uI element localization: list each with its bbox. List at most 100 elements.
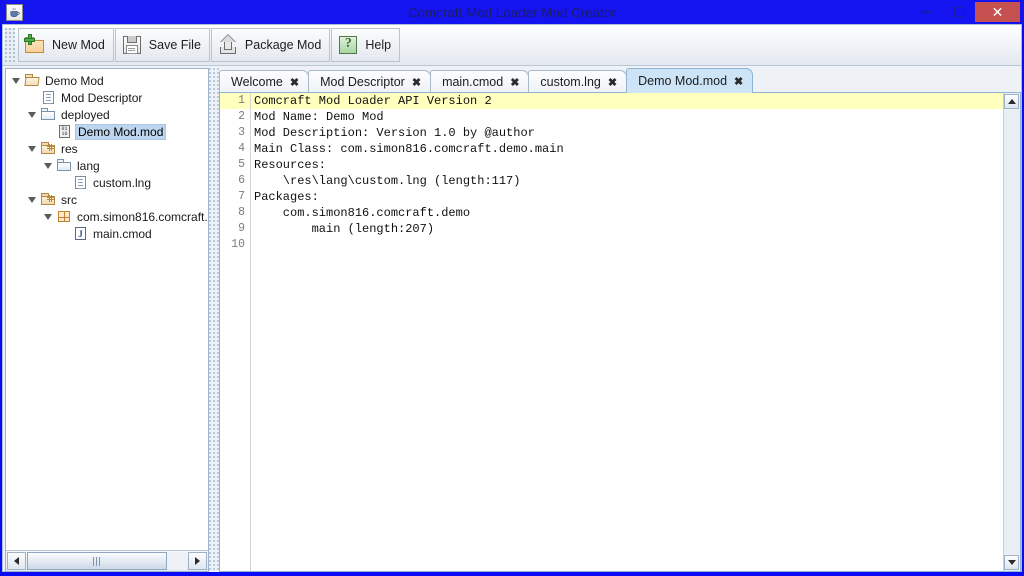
tree-hscroll-track[interactable] [27,552,187,570]
editor-vertical-scrollbar[interactable] [1003,93,1020,571]
tab-label: Welcome [231,75,283,89]
tree-node[interactable]: Mod Descriptor [6,89,208,106]
code-line: Packages: [251,189,1004,205]
tree-expand-toggle[interactable] [42,157,54,174]
document-icon [41,90,56,105]
tab-close-icon[interactable]: ✖ [412,76,421,89]
tree-node-spacer [42,123,54,140]
minimize-button[interactable] [909,0,942,24]
line-number: 8 [220,205,250,221]
line-number: 6 [220,173,250,189]
tree-node-label: custom.lng [91,176,153,190]
code-line: Comcraft Mod Loader API Version 2 [251,93,1004,109]
tree-node[interactable]: Jmain.cmod [6,225,208,242]
tab-close-icon[interactable]: ✖ [290,76,299,89]
tree-node-label: Mod Descriptor [59,91,144,105]
tree-horizontal-scrollbar[interactable] [6,550,208,571]
editor-tab[interactable]: main.cmod✖ [430,70,529,93]
toolbar: New Mod Save File Package Mod ? Help [3,25,1021,66]
tree-expand-toggle[interactable] [42,208,54,225]
tree-node-spacer [58,225,70,242]
tab-close-icon[interactable]: ✖ [734,75,743,88]
tree-node[interactable]: res [6,140,208,157]
tab-close-icon[interactable]: ✖ [510,76,519,89]
tree-node-label: com.simon816.comcraft. [75,210,208,224]
code-line: Mod Name: Demo Mod [251,109,1004,125]
scroll-down-icon[interactable] [1004,555,1019,570]
tree-expand-toggle[interactable] [26,140,38,157]
window-body: New Mod Save File Package Mod ? Help [2,24,1022,572]
open-folder-icon [25,73,40,88]
editor-tab[interactable]: Demo Mod.mod✖ [626,68,753,93]
tree-expand-toggle[interactable] [26,191,38,208]
tree-node-spacer [58,174,70,191]
editor-tab[interactable]: Mod Descriptor ✖ [308,70,431,93]
toolbar-drag-handle[interactable] [5,28,15,62]
line-number: 3 [220,125,250,141]
line-number: 5 [220,157,250,173]
tab-label: Mod Descriptor [320,75,405,89]
tree-expand-toggle[interactable] [26,106,38,123]
code-line: main (length:207) [251,221,1004,237]
application-window: Comcraft Mod Loader Mod Creator ✕ New Mo… [0,0,1024,576]
new-mod-button[interactable]: New Mod [18,28,114,62]
scroll-left-icon[interactable] [7,552,26,570]
tree-node[interactable]: src [6,191,208,208]
tab-label: custom.lng [540,75,600,89]
tab-close-icon[interactable]: ✖ [608,76,617,89]
help-button[interactable]: ? Help [331,28,400,62]
closed-folder-icon [41,107,56,122]
scroll-up-icon[interactable] [1004,94,1019,109]
window-title: Comcraft Mod Loader Mod Creator [0,5,1024,20]
tree-expand-toggle[interactable] [10,72,22,89]
minimize-icon [921,11,931,13]
package-mod-label: Package Mod [245,38,321,52]
title-bar: Comcraft Mod Loader Mod Creator ✕ [0,0,1024,24]
save-file-button[interactable]: Save File [115,28,210,62]
package-folder-icon [41,141,56,156]
tree-hscroll-thumb[interactable] [27,552,167,570]
line-number: 10 [220,237,250,253]
tree-node[interactable]: deployed [6,106,208,123]
code-line: Mod Description: Version 1.0 by @author [251,125,1004,141]
code-editor[interactable]: 12345678910 Comcraft Mod Loader API Vers… [219,92,1021,572]
tree-node[interactable]: com.simon816.comcraft. [6,208,208,225]
help-label: Help [365,38,391,52]
tree-node[interactable]: 0110Demo Mod.mod [6,123,208,140]
scroll-right-icon[interactable] [188,552,207,570]
split-pane-divider[interactable] [209,68,219,572]
tree-node[interactable]: custom.lng [6,174,208,191]
line-number: 7 [220,189,250,205]
tree-node[interactable]: lang [6,157,208,174]
tree-node-label: src [59,193,79,207]
export-up-arrow-icon [217,34,239,56]
binary-file-icon: 0110 [57,124,72,139]
editor-tab-strip[interactable]: Welcome✖Mod Descriptor✖main.cmod✖custom.… [219,68,1021,93]
project-tree[interactable]: Demo ModMod Descriptordeployed0110Demo M… [6,69,208,550]
java-cup-icon [6,4,23,21]
editor-vscroll-track[interactable] [1004,110,1020,554]
floppy-disk-icon [121,34,143,56]
code-text-area[interactable]: Comcraft Mod Loader API Version 2Mod Nam… [251,93,1004,571]
code-line: \res\lang\custom.lng (length:117) [251,173,1004,189]
package-folder-icon [41,192,56,207]
project-tree-panel: Demo ModMod Descriptordeployed0110Demo M… [5,68,209,572]
line-number: 1 [220,93,250,109]
tree-node[interactable]: Demo Mod [6,72,208,89]
tree-node-label: Demo Mod.mod [75,124,166,140]
code-line: Main Class: com.simon816.comcraft.demo.m… [251,141,1004,157]
close-button[interactable]: ✕ [975,2,1020,22]
tree-node-label: main.cmod [91,227,154,241]
editor-tab[interactable]: Welcome ✖ [219,70,309,93]
closed-folder-icon [57,158,72,173]
maximize-button[interactable] [942,0,975,24]
java-file-icon: J [73,226,88,241]
tree-node-label: Demo Mod [43,74,106,88]
tree-node-label: deployed [59,108,112,122]
package-mod-button[interactable]: Package Mod [211,28,330,62]
question-mark-icon: ? [337,34,359,56]
tree-node-label: lang [75,159,102,173]
maximize-icon [954,7,964,17]
code-line [251,237,1004,253]
editor-tab[interactable]: custom.lng ✖ [528,70,627,93]
